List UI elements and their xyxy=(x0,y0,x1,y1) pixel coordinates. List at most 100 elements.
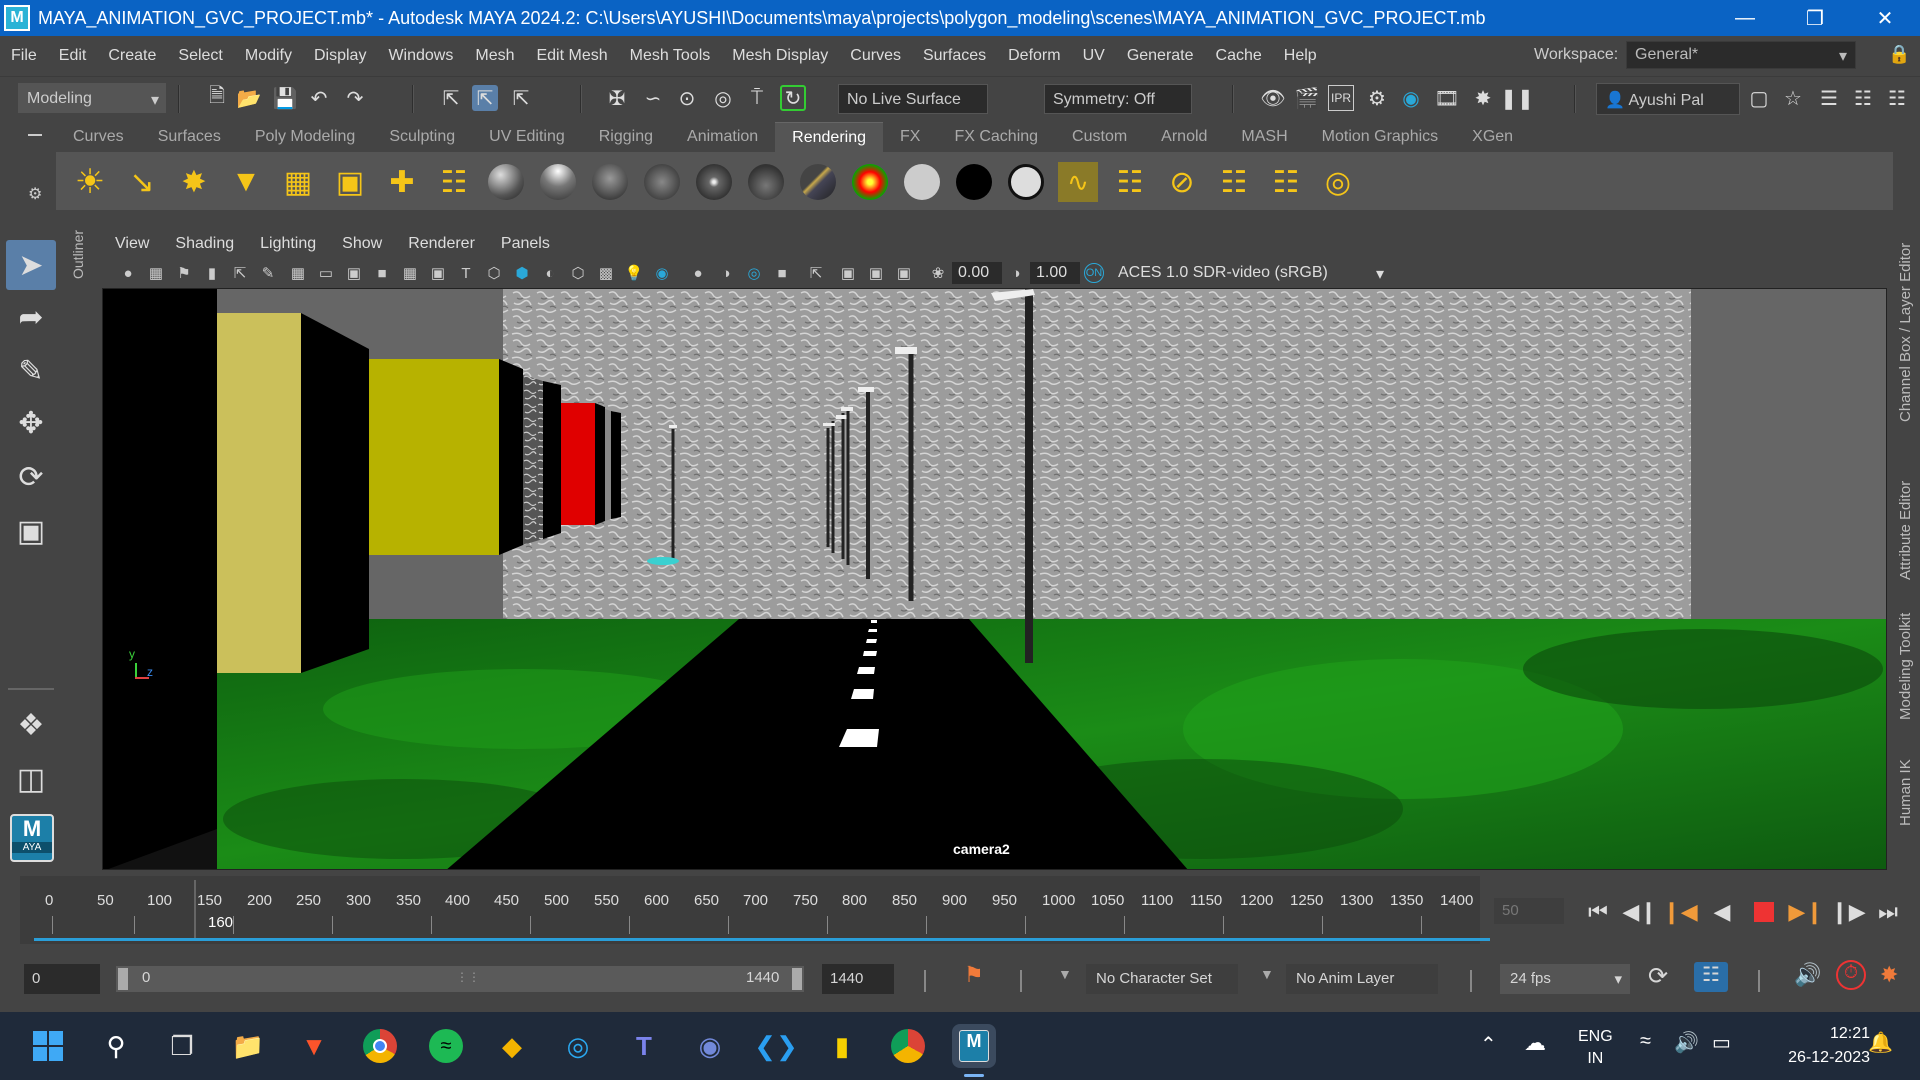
select-hierarchy-icon[interactable]: ⇱ xyxy=(438,85,464,111)
shelf-tab-motion-graphics[interactable]: Motion Graphics xyxy=(1305,122,1456,152)
render-layer-add-icon[interactable]: ☷ xyxy=(1214,162,1254,202)
lasso-tool-icon[interactable]: ➦ xyxy=(6,292,56,342)
textured-icon[interactable]: ▩ xyxy=(596,263,616,283)
wireframe-icon[interactable]: ⬡ xyxy=(484,263,504,283)
move-tool-icon[interactable]: ✥ xyxy=(6,398,56,448)
rotate-tool-icon[interactable]: ⟳ xyxy=(6,452,56,502)
animation-prefs-icon[interactable]: ✸ xyxy=(1880,962,1898,988)
outliner-tab[interactable]: Outliner xyxy=(70,230,98,330)
menu-edit[interactable]: Edit xyxy=(48,47,98,65)
camera-attrs-icon[interactable]: ▦ xyxy=(146,263,166,283)
channel-box-tab[interactable]: Channel Box / Layer Editor xyxy=(1897,242,1914,422)
panel-menu-renderer[interactable]: Renderer xyxy=(395,235,488,253)
black-swatch-icon[interactable] xyxy=(954,162,994,202)
notification-bell-icon[interactable]: 🔔 xyxy=(1868,1030,1893,1055)
color-management-toggle-icon[interactable]: ON xyxy=(1084,263,1104,283)
field-chart-icon[interactable]: ▦ xyxy=(400,263,420,283)
human-ik-tab[interactable]: Human IK xyxy=(1897,746,1914,826)
surface-shader-icon[interactable] xyxy=(746,162,786,202)
xray-components-icon[interactable]: ▣ xyxy=(894,263,914,283)
shadows-icon[interactable]: ◉ xyxy=(652,263,672,283)
snap-curve-icon[interactable]: ∽ xyxy=(640,85,666,111)
maya-taskbar-icon[interactable]: M xyxy=(952,1024,996,1068)
volume-icon[interactable]: 🔊 xyxy=(1674,1030,1699,1055)
language-indicator[interactable]: ENG IN xyxy=(1578,1026,1613,1070)
chevron-up-icon[interactable]: ⌃ xyxy=(1480,1032,1497,1057)
ambient-light-icon[interactable]: ☀ xyxy=(70,162,110,202)
battery-icon[interactable]: ▭ xyxy=(1712,1030,1731,1055)
live-surface-field[interactable]: No Live Surface xyxy=(838,84,988,114)
area-light-icon[interactable]: ▦ xyxy=(278,162,318,202)
range-slider[interactable]: 0 ⋮⋮ 1440 xyxy=(116,966,804,992)
select-component-icon[interactable]: ⇱ xyxy=(508,85,534,111)
start-time-field[interactable]: 0 xyxy=(24,964,100,994)
undo-icon[interactable]: ↶ xyxy=(306,85,332,111)
redo-icon[interactable]: ↷ xyxy=(342,85,368,111)
gate-mask-icon[interactable]: ■ xyxy=(372,263,392,283)
directional-light-icon[interactable]: ↘ xyxy=(122,162,162,202)
waveform-icon[interactable]: ∿ xyxy=(1058,162,1098,202)
light-editor-icon[interactable]: ✸ xyxy=(1470,85,1496,111)
git-icon[interactable]: ◆ xyxy=(490,1024,534,1068)
film-gate-icon[interactable]: ▭ xyxy=(316,263,336,283)
new-scene-icon[interactable]: 🗎 xyxy=(204,85,230,111)
shelf-tab-custom[interactable]: Custom xyxy=(1055,122,1144,152)
menu-generate[interactable]: Generate xyxy=(1116,47,1205,65)
lock-icon[interactable]: 🔒 xyxy=(1888,44,1910,65)
evaluation-icon[interactable]: ⏱ xyxy=(1836,960,1866,990)
chevron-down-icon[interactable]: ▼ xyxy=(1058,966,1072,982)
chevron-down-icon[interactable]: ▼ xyxy=(1260,966,1274,982)
motion-blur-icon[interactable]: ◑ xyxy=(716,263,736,283)
step-forward-frame-icon[interactable]: ❙▶ xyxy=(1830,898,1865,926)
depth-of-field-icon[interactable]: ■ xyxy=(772,263,792,283)
2d-pan-icon[interactable]: ⇱ xyxy=(230,263,250,283)
snap-point-icon[interactable]: ⊙ xyxy=(674,85,700,111)
save-scene-icon[interactable]: 💾 xyxy=(272,85,298,111)
use-all-lights-icon[interactable]: 💡 xyxy=(624,263,644,283)
hypershade-icon[interactable]: ◉ xyxy=(1398,85,1424,111)
modeling-toolkit-icon[interactable]: ▢ xyxy=(1746,85,1772,111)
close-icon[interactable]: ✕ xyxy=(1850,0,1920,36)
wifi-icon[interactable]: ≈ xyxy=(1640,1030,1651,1053)
step-forward-key-icon[interactable]: ▶❙ xyxy=(1788,898,1823,926)
menu-surfaces[interactable]: Surfaces xyxy=(912,47,997,65)
shelf-tab-poly-modeling[interactable]: Poly Modeling xyxy=(238,122,373,152)
attribute-editor-icon[interactable]: ☰ xyxy=(1816,85,1842,111)
menu-windows[interactable]: Windows xyxy=(377,47,464,65)
isolate-select-icon[interactable]: ⇱ xyxy=(806,263,826,283)
menu-mesh-display[interactable]: Mesh Display xyxy=(721,47,839,65)
shelf-tab-animation[interactable]: Animation xyxy=(670,122,775,152)
resolution-gate-icon[interactable]: ▣ xyxy=(344,263,364,283)
panel-menu-panels[interactable]: Panels xyxy=(488,235,563,253)
menu-modify[interactable]: Modify xyxy=(234,47,303,65)
attribute-editor-tab[interactable]: Attribute Editor xyxy=(1897,450,1914,580)
camera-icon[interactable]: ● xyxy=(118,263,138,283)
panel-menu-view[interactable]: View xyxy=(102,235,162,253)
point-light-icon[interactable]: ✸ xyxy=(174,162,214,202)
panel-menu-lighting[interactable]: Lighting xyxy=(247,235,329,253)
end-time-field[interactable]: 1440 xyxy=(822,964,894,994)
menu-create[interactable]: Create xyxy=(97,47,167,65)
gamma-icon[interactable]: ◑ xyxy=(1006,263,1026,283)
clock[interactable]: 12:21 26-12-2023 xyxy=(1760,1022,1870,1070)
shelf-menu-icon[interactable] xyxy=(28,134,42,136)
bookmark-icon[interactable]: ⚑ xyxy=(174,263,194,283)
loop-icon[interactable]: ⟳ xyxy=(1648,962,1668,991)
panel-menu-show[interactable]: Show xyxy=(329,235,395,253)
viewport-camera2[interactable]: y z camera2 xyxy=(102,288,1887,870)
xray-joints-icon[interactable]: ▣ xyxy=(866,263,886,283)
open-scene-icon[interactable]: 📂 xyxy=(236,85,262,111)
render-layer-remove-icon[interactable]: ⊘ xyxy=(1162,162,1202,202)
auto-key-icon[interactable]: ⚑ xyxy=(964,962,984,988)
light-editor-shelf-icon[interactable]: ☷ xyxy=(434,162,474,202)
human-ik-icon[interactable]: ☆ xyxy=(1780,85,1806,111)
single-perspective-layout-icon[interactable]: ❖ xyxy=(6,700,56,750)
current-frame-field[interactable]: 50 xyxy=(1494,898,1564,924)
user-account-button[interactable]: 👤 Ayushi Pal xyxy=(1596,83,1740,115)
default-material-icon[interactable]: ◐ xyxy=(540,263,560,283)
go-to-start-icon[interactable]: ⏮ xyxy=(1584,898,1612,926)
menuset-dropdown[interactable]: Modeling ▾ xyxy=(18,83,166,113)
light-add-icon[interactable]: ✚ xyxy=(382,162,422,202)
character-set-field[interactable]: No Character Set xyxy=(1086,964,1238,994)
xray-icon[interactable]: ▣ xyxy=(838,263,858,283)
